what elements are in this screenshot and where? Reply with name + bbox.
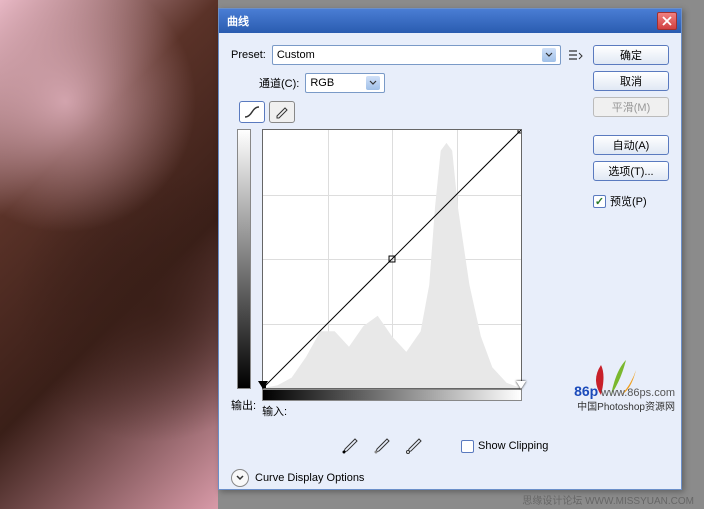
- channel-label: 通道(C):: [259, 75, 299, 91]
- chevron-down-icon: [366, 76, 380, 90]
- eyedropper-gray-icon[interactable]: [373, 437, 391, 455]
- output-label: 输出:: [231, 397, 256, 413]
- preview-label: 预览(P): [610, 193, 647, 209]
- preset-value: Custom: [277, 49, 315, 61]
- dialog-titlebar[interactable]: 曲线: [219, 9, 681, 33]
- show-clipping-option[interactable]: Show Clipping: [461, 440, 548, 453]
- expand-options-button[interactable]: [231, 469, 249, 487]
- channel-value: RGB: [310, 77, 334, 89]
- curve-line: [263, 130, 521, 388]
- black-point-slider[interactable]: [258, 381, 268, 389]
- dialog-title: 曲线: [227, 13, 249, 29]
- auto-button[interactable]: 自动(A): [593, 135, 669, 155]
- curve-graph[interactable]: [262, 129, 522, 389]
- curve-display-label: Curve Display Options: [255, 472, 364, 484]
- preset-dropdown[interactable]: Custom: [272, 45, 561, 65]
- white-point-slider[interactable]: [516, 381, 526, 389]
- show-clipping-checkbox[interactable]: [461, 440, 474, 453]
- output-gradient[interactable]: [237, 129, 251, 389]
- preset-label: Preset:: [231, 49, 266, 61]
- watermark-sitename: 中国Photoshop资源网: [577, 398, 675, 413]
- preview-option[interactable]: 预览(P): [593, 193, 669, 209]
- curve-tool-button[interactable]: [239, 101, 265, 123]
- channel-dropdown[interactable]: RGB: [305, 73, 385, 93]
- show-clipping-label: Show Clipping: [478, 440, 548, 452]
- background-image: [0, 0, 218, 509]
- eyedropper-white-icon[interactable]: [405, 437, 423, 455]
- chevron-down-icon: [235, 474, 245, 482]
- chevron-down-icon: [542, 48, 556, 62]
- watermark-text: 86p www.86ps.com: [574, 383, 675, 399]
- options-button[interactable]: 选项(T)...: [593, 161, 669, 181]
- cancel-button[interactable]: 取消: [593, 71, 669, 91]
- preview-checkbox[interactable]: [593, 195, 606, 208]
- input-label: 输入:: [262, 403, 287, 419]
- curve-icon: [243, 105, 261, 119]
- curves-dialog: 曲线 Preset: Custom 通道(C): RGB: [218, 8, 682, 490]
- pencil-icon: [274, 105, 290, 119]
- close-button[interactable]: [657, 12, 677, 30]
- pencil-tool-button[interactable]: [269, 101, 295, 123]
- preset-menu-icon[interactable]: [567, 48, 583, 62]
- footer-text: 思缘设计论坛 WWW.MISSYUAN.COM: [522, 492, 694, 507]
- eyedropper-black-icon[interactable]: [341, 437, 359, 455]
- close-icon: [662, 16, 672, 26]
- ok-button[interactable]: 确定: [593, 45, 669, 65]
- smooth-button: 平滑(M): [593, 97, 669, 117]
- input-gradient[interactable]: [262, 389, 522, 401]
